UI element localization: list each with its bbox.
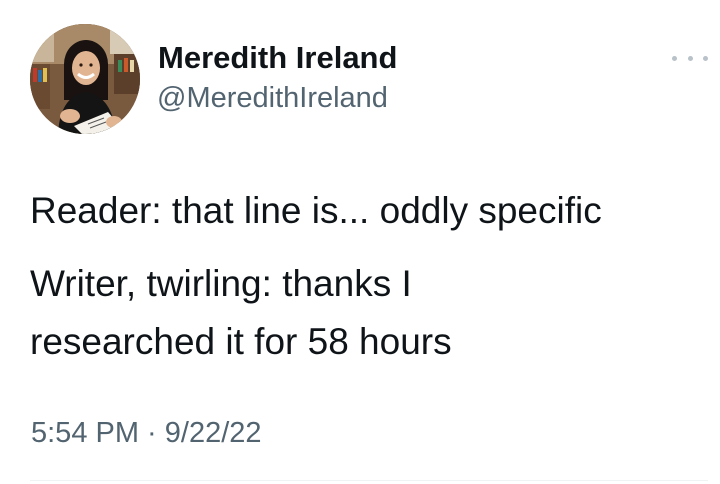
tweet-card: Meredith Ireland @MeredithIreland Reader… [0,0,720,484]
profile-photo-icon [30,24,140,134]
divider [30,480,708,481]
more-dot [687,55,693,61]
tweet-text-line: Reader: that line is... oddly specific [30,190,602,231]
more-dot [672,55,677,61]
more-dot [703,55,708,61]
author-display-name[interactable]: Meredith Ireland [158,40,397,76]
tweet-text-line: researched it for 58 hours [30,321,452,362]
more-options-icon[interactable] [672,48,708,68]
author-handle[interactable]: @MeredithIreland [157,82,388,115]
tweet-timestamp[interactable]: 5:54 PM · 9/22/22 [31,417,262,450]
author-avatar[interactable] [30,24,140,134]
tweet-text-line: Writer, twirling: thanks I [30,263,412,304]
